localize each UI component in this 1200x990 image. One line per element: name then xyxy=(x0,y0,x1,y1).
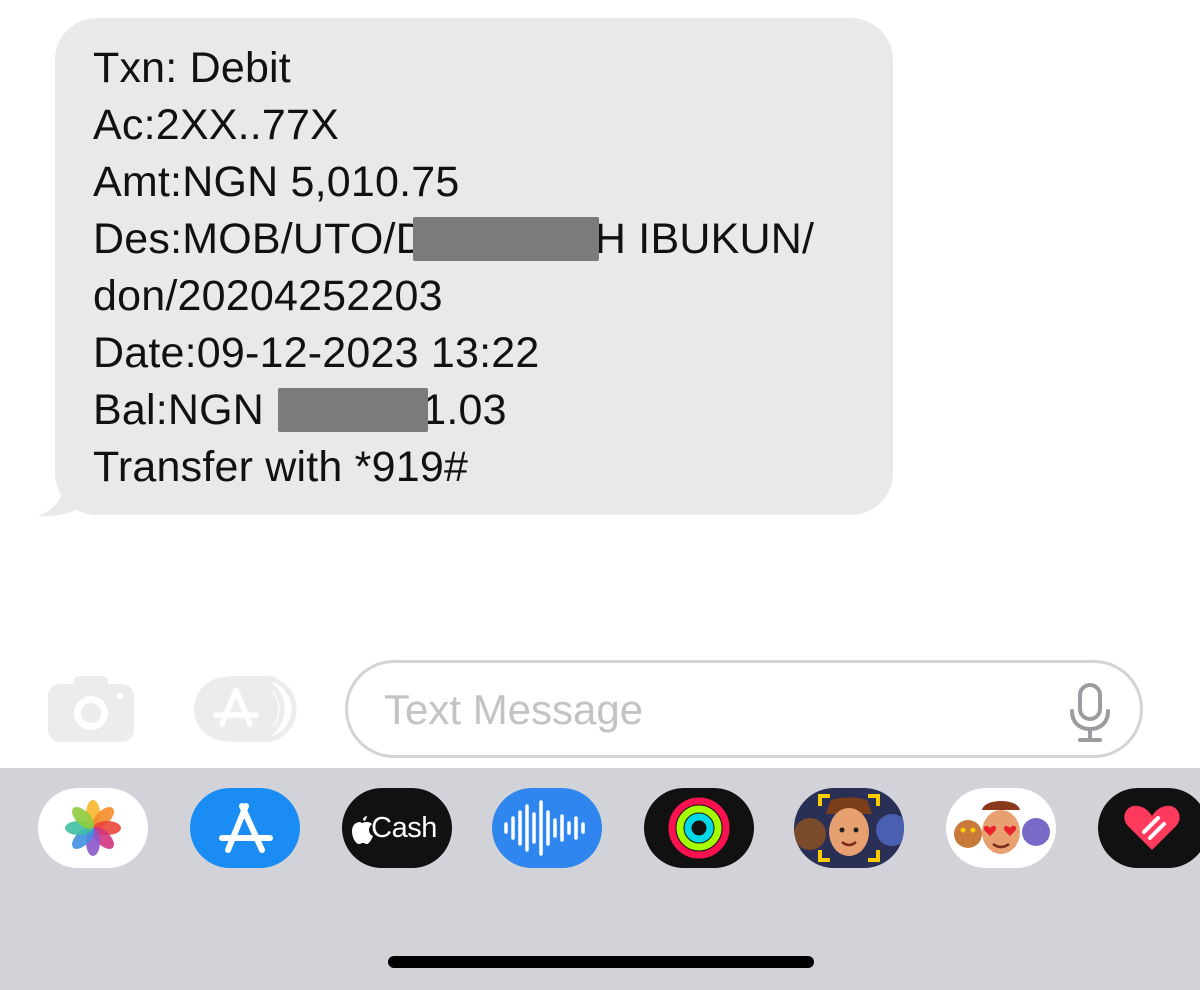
app-store-icon xyxy=(219,803,273,853)
memoji-app-button[interactable] xyxy=(794,788,904,868)
message-input-field[interactable] xyxy=(345,660,1143,758)
message-line-description: Des:MOB/UTO/D H IBUKUN/ xyxy=(93,211,893,268)
message-line-transfer: Transfer with *919# xyxy=(93,443,469,491)
message-line-amount: Amt:NGN 5,010.75 xyxy=(93,158,460,206)
imessage-app-drawer: Cash xyxy=(0,768,1200,990)
app-store-app-button[interactable] xyxy=(190,788,300,868)
home-indicator[interactable] xyxy=(388,956,814,968)
redaction-block xyxy=(278,387,429,432)
description-prefix: Des:MOB/UTO/D xyxy=(93,215,427,263)
description-suffix: H IBUKUN/ xyxy=(594,215,815,263)
message-line-txn: Txn: Debit xyxy=(93,44,291,92)
memoji-stickers-app-button[interactable] xyxy=(946,788,1056,868)
camera-icon xyxy=(48,676,134,742)
memoji-stickers-icon xyxy=(954,801,1050,854)
message-line-account: Ac:2XX..77X xyxy=(93,101,340,149)
message-line-date: Date:09-12-2023 13:22 xyxy=(93,329,540,377)
message-input[interactable] xyxy=(384,681,1044,739)
audio-message-app-button[interactable] xyxy=(492,788,602,868)
balance-suffix: 1.03 xyxy=(422,386,507,434)
dictation-button[interactable] xyxy=(1068,683,1112,743)
apple-cash-app-button[interactable]: Cash xyxy=(342,788,452,868)
message-line-balance: Bal:NGN 1.03 xyxy=(93,382,893,439)
fitness-app-button[interactable] xyxy=(644,788,754,868)
camera-button[interactable] xyxy=(48,676,134,742)
heart-icon xyxy=(1124,805,1180,850)
activity-rings-icon xyxy=(668,797,730,859)
photos-icon xyxy=(65,800,121,856)
message-line-reference: don/20204252203 xyxy=(93,272,443,320)
microphone-icon xyxy=(1070,683,1110,742)
digital-touch-app-button[interactable] xyxy=(1098,788,1200,868)
app-store-icon xyxy=(194,675,297,743)
redaction-block xyxy=(412,216,599,261)
message-bubble[interactable]: Txn: Debit Ac:2XX..77X Amt:NGN 5,010.75 … xyxy=(55,18,893,515)
apps-button[interactable] xyxy=(192,675,300,743)
photos-app-button[interactable] xyxy=(38,788,148,868)
waveform-icon xyxy=(504,800,585,856)
balance-prefix: Bal:NGN xyxy=(93,386,277,434)
apple-cash-label: Cash xyxy=(371,812,437,844)
memoji-icon xyxy=(794,794,904,862)
